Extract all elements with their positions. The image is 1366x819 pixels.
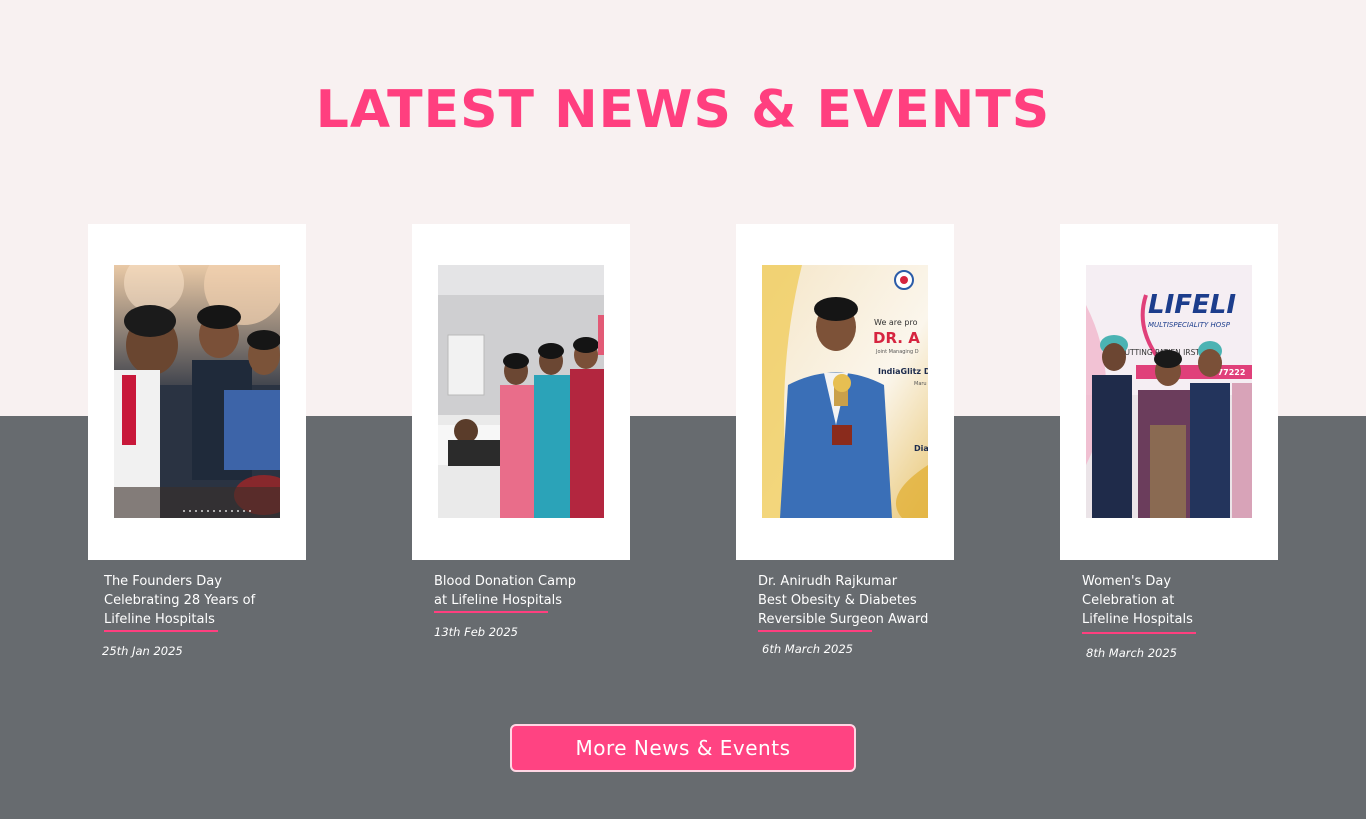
news-card-award[interactable]: We are pro DR. A Joint Managing D IndiaG…	[736, 224, 954, 560]
poster-line-5: Maru	[914, 381, 927, 387]
news-card-founders-day[interactable]	[88, 224, 306, 560]
news-caption-award[interactable]: Dr. Anirudh Rajkumar Best Obesity & Diab…	[758, 572, 958, 659]
poster-line-6: Dia	[914, 444, 928, 453]
news-title-line: at Lifeline Hospitals	[434, 593, 563, 608]
news-title-line: Celebration at	[1082, 593, 1175, 608]
news-title-line: The Founders Day	[104, 574, 222, 589]
poster-line-2: DR. A	[873, 329, 920, 347]
poster-line-4: IndiaGlitz D	[878, 367, 928, 376]
founders-day-photo[interactable]	[114, 265, 280, 518]
news-title-line: Best Obesity & Diabetes	[758, 593, 917, 608]
banner-brand: LIFELI	[1148, 290, 1236, 320]
news-title-line: Women's Day	[1082, 574, 1172, 589]
title-underline	[1082, 632, 1196, 634]
news-caption-womens-day[interactable]: Women's Day Celebration at Lifeline Hosp…	[1082, 572, 1282, 663]
award-photo[interactable]: We are pro DR. A Joint Managing D IndiaG…	[762, 265, 928, 518]
news-title-line: Celebrating 28 Years of	[104, 593, 256, 608]
more-news-events-button[interactable]: More News & Events	[510, 724, 856, 772]
news-card-blood-donation[interactable]	[412, 224, 630, 560]
news-title-line: Blood Donation Camp	[434, 574, 576, 589]
womens-day-photo[interactable]: LIFELI MULTISPECIALITY HOSP PUTTING PATI…	[1086, 265, 1252, 518]
poster-line-3: Joint Managing D	[875, 349, 919, 355]
blood-donation-photo[interactable]	[438, 265, 604, 518]
section-title: LATEST NEWS & EVENTS	[315, 80, 1051, 140]
title-underline	[758, 630, 872, 632]
title-underline	[104, 630, 218, 632]
news-title-line: Dr. Anirudh Rajkumar	[758, 574, 898, 589]
news-date: 25th Jan 2025	[102, 644, 183, 658]
news-card-womens-day[interactable]: LIFELI MULTISPECIALITY HOSP PUTTING PATI…	[1060, 224, 1278, 560]
news-date: 8th March 2025	[1086, 646, 1178, 660]
news-caption-founders-day[interactable]: The Founders Day Celebrating 28 Years of…	[102, 572, 304, 661]
news-date: 13th Feb 2025	[434, 625, 518, 639]
news-caption-blood-donation[interactable]: Blood Donation Camp at Lifeline Hospital…	[434, 572, 634, 642]
poster-line-1: We are pro	[874, 318, 918, 327]
banner-sub: MULTISPECIALITY HOSP	[1148, 321, 1231, 329]
news-title-line: Reversible Surgeon Award	[758, 612, 929, 627]
news-title-line: Lifeline Hospitals	[104, 612, 215, 627]
news-date: 6th March 2025	[762, 642, 854, 656]
news-title-line: Lifeline Hospitals	[1082, 612, 1193, 627]
title-underline	[434, 611, 548, 613]
